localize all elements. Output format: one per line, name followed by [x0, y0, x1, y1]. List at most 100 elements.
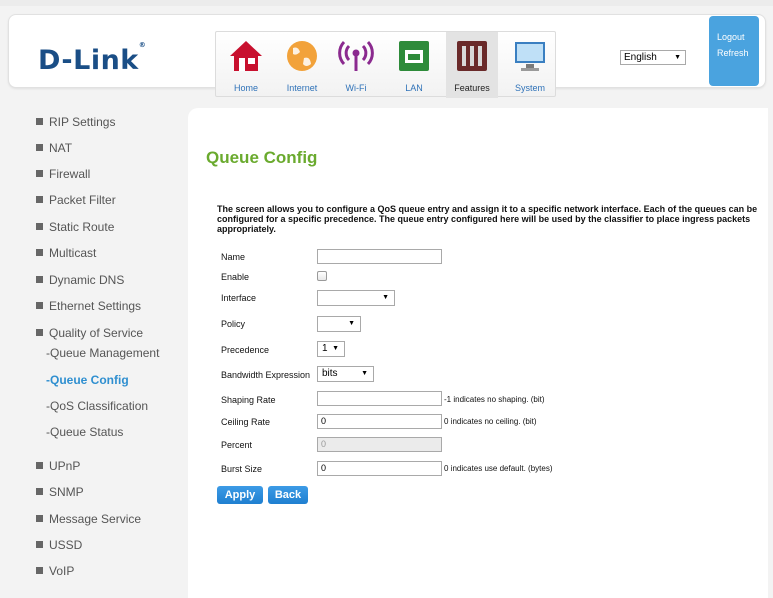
sidebar-item-label: RIP Settings	[49, 115, 116, 129]
bullet-square-icon	[36, 196, 43, 203]
sidebar-item-upnp[interactable]: UPnP	[36, 459, 80, 473]
sidebar-item-label: Dynamic DNS	[49, 273, 125, 287]
sidebar-item-label: USSD	[49, 538, 83, 552]
bullet-square-icon	[36, 276, 43, 283]
sidebar-item-rip-settings[interactable]: RIP Settings	[36, 115, 115, 129]
name-label: Name	[221, 252, 246, 262]
sidebar-subitem-label: -Queue Management	[46, 346, 160, 360]
policy-label: Policy	[221, 319, 246, 329]
main-content: Queue Config The screen allows you to co…	[188, 108, 768, 598]
sidebar-subitem-queue-management[interactable]: -Queue Management	[46, 346, 159, 360]
chevron-down-icon: ▼	[382, 294, 389, 301]
sidebar-item-ussd[interactable]: USSD	[36, 538, 82, 552]
features-icon	[457, 41, 487, 71]
enable-label: Enable	[221, 272, 250, 282]
nav-lan-label: LAN	[405, 83, 423, 93]
bullet-square-icon	[36, 329, 43, 336]
nav-lan[interactable]: LAN	[388, 32, 440, 98]
sidebar-item-multicast[interactable]: Multicast	[36, 246, 96, 260]
sidebar-item-nat[interactable]: NAT	[36, 141, 72, 155]
ceiling-rate-label: Ceiling Rate	[221, 417, 271, 427]
sidebar-subitem-label: -Queue Config	[46, 373, 129, 387]
main-nav: Home Internet Wi-Fi LAN Features System	[215, 31, 556, 98]
back-button[interactable]: Back	[268, 486, 308, 504]
nav-home[interactable]: Home	[220, 32, 272, 98]
percent-label: Percent	[221, 440, 253, 450]
shaping-rate-input[interactable]	[317, 391, 442, 406]
nav-internet-label: Internet	[286, 83, 318, 93]
bullet-square-icon	[36, 567, 43, 574]
bandwidth-expression-select[interactable]: bits ▼	[317, 366, 374, 382]
sidebar-item-label: VoIP	[49, 564, 75, 578]
sidebar-item-voip[interactable]: VoIP	[36, 564, 74, 578]
bullet-square-icon	[36, 223, 43, 230]
sidebar-item-message-service[interactable]: Message Service	[36, 512, 141, 526]
name-input[interactable]	[317, 249, 442, 264]
nav-system[interactable]: System	[504, 32, 556, 98]
globe-icon	[287, 41, 317, 71]
refresh-link[interactable]: Refresh	[717, 48, 749, 58]
chevron-down-icon: ▼	[361, 370, 368, 377]
logo-text: D-Link	[38, 45, 139, 76]
sidebar-item-label: Ethernet Settings	[49, 299, 142, 313]
header: D-Link® Home Internet Wi-Fi LAN Features…	[8, 14, 766, 98]
sidebar-item-packet-filter[interactable]: Packet Filter	[36, 193, 116, 207]
page-description: The screen allows you to configure a QoS…	[217, 204, 758, 234]
lan-icon	[399, 41, 429, 71]
language-select-value: English	[624, 52, 657, 63]
percent-input: 0	[317, 437, 442, 452]
apply-button[interactable]: Apply	[217, 486, 263, 504]
d-link-logo[interactable]: D-Link®	[38, 41, 146, 76]
sidebar-item-label: Message Service	[49, 512, 142, 526]
nav-wifi-label: Wi-Fi	[345, 83, 367, 93]
bullet-square-icon	[36, 118, 43, 125]
chevron-down-icon: ▼	[674, 54, 681, 61]
ceiling-rate-input[interactable]: 0	[317, 414, 442, 429]
sidebar-item-snmp[interactable]: SNMP	[36, 485, 84, 499]
chevron-down-icon: ▼	[332, 345, 339, 352]
sidebar-item-label: SNMP	[49, 485, 84, 499]
sidebar-item-label: NAT	[49, 141, 73, 155]
burst-size-input[interactable]: 0	[317, 461, 442, 476]
enable-checkbox[interactable]	[317, 271, 327, 281]
interface-select[interactable]: ▼	[317, 290, 395, 306]
sidebar-item-static-route[interactable]: Static Route	[36, 220, 114, 234]
sidebar-item-label: Static Route	[49, 220, 115, 234]
nav-features-label: Features	[454, 83, 490, 93]
monitor-icon	[515, 42, 545, 71]
burst-size-hint: 0 indicates use default. (bytes)	[444, 464, 553, 473]
sidebar-item-label: Firewall	[49, 167, 91, 181]
chevron-down-icon: ▼	[348, 320, 355, 327]
bullet-square-icon	[36, 144, 43, 151]
policy-select[interactable]: ▼	[317, 316, 361, 332]
sidebar-item-label: Packet Filter	[49, 193, 116, 207]
interface-label: Interface	[221, 293, 257, 303]
sidebar-subitem-qos-classification[interactable]: -QoS Classification	[46, 399, 148, 413]
precedence-label: Precedence	[221, 345, 270, 355]
sidebar-subitem-queue-config[interactable]: -Queue Config	[46, 373, 129, 387]
language-select[interactable]: English ▼	[620, 50, 686, 65]
sidebar-item-label: UPnP	[49, 459, 81, 473]
nav-internet[interactable]: Internet	[276, 32, 328, 98]
bullet-square-icon	[36, 515, 43, 522]
precedence-select[interactable]: 1 ▼	[317, 341, 345, 357]
shaping-rate-label: Shaping Rate	[221, 395, 276, 405]
page-title: Queue Config	[206, 148, 318, 167]
sidebar-item-firewall[interactable]: Firewall	[36, 167, 90, 181]
nav-wifi[interactable]: Wi-Fi	[330, 32, 382, 98]
sidebar-subitem-queue-status[interactable]: -Queue Status	[46, 425, 123, 439]
home-icon	[230, 41, 262, 71]
bullet-square-icon	[36, 302, 43, 309]
logout-link[interactable]: Logout	[717, 32, 745, 42]
bullet-square-icon	[36, 488, 43, 495]
sidebar-item-ethernet-settings[interactable]: Ethernet Settings	[36, 299, 141, 313]
account-box: Logout Refresh	[709, 16, 759, 86]
nav-features[interactable]: Features	[446, 32, 498, 98]
bandwidth-expression-label: Bandwidth Expression	[221, 370, 311, 380]
precedence-select-value: 1	[322, 343, 328, 354]
sidebar-item-dynamic-dns[interactable]: Dynamic DNS	[36, 273, 124, 287]
top-strip	[0, 0, 773, 6]
bandwidth-expression-select-value: bits	[322, 368, 338, 379]
sidebar-item-quality-of-service[interactable]: Quality of Service	[36, 326, 143, 340]
nav-home-label: Home	[233, 83, 258, 93]
